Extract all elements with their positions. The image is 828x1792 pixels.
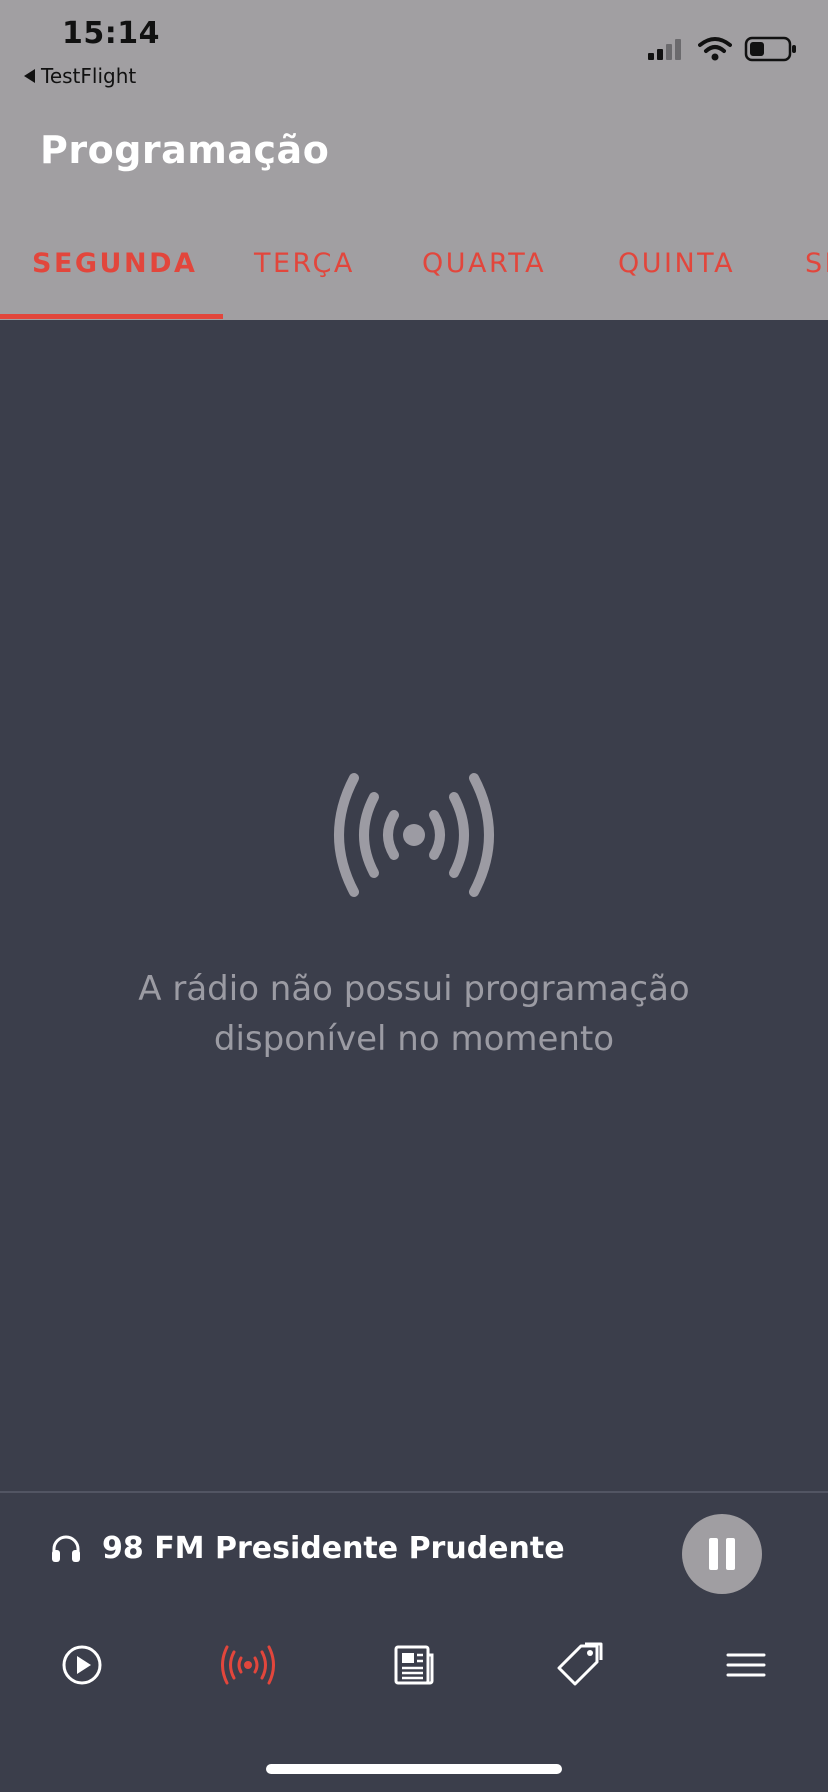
station-name: 98 FM Presidente Prudente — [102, 1531, 565, 1566]
active-tab-indicator — [0, 314, 223, 319]
wifi-icon — [698, 37, 732, 61]
back-app-label: TestFlight — [41, 64, 137, 88]
broadcast-icon — [334, 773, 494, 897]
nav-menu[interactable] — [711, 1630, 781, 1700]
tab-terca[interactable]: TERÇA — [254, 248, 355, 279]
menu-icon — [726, 1653, 766, 1677]
status-indicators — [646, 36, 798, 62]
page-title: Programação — [40, 128, 330, 172]
nav-news[interactable] — [379, 1630, 449, 1700]
app-header: 15:14 TestFlight Programação SEGUNDA TER… — [0, 0, 828, 320]
play-icon — [62, 1645, 102, 1685]
day-tabs: SEGUNDA TERÇA QUARTA QUINTA SEXTA — [0, 240, 828, 320]
tab-sexta[interactable]: SEXTA — [805, 248, 828, 279]
headphones-icon — [52, 1535, 80, 1562]
tab-quarta[interactable]: QUARTA — [422, 248, 546, 279]
battery-icon — [744, 36, 796, 62]
broadcast-icon — [221, 1645, 275, 1685]
news-icon — [394, 1645, 434, 1685]
tab-quinta[interactable]: QUINTA — [618, 248, 735, 279]
home-indicator[interactable] — [266, 1764, 562, 1774]
nav-play[interactable] — [47, 1630, 117, 1700]
cellular-signal-icon — [648, 39, 681, 60]
tag-icon — [557, 1642, 603, 1686]
status-time: 15:14 — [62, 16, 160, 51]
pause-icon-bar — [726, 1538, 735, 1570]
tab-segunda[interactable]: SEGUNDA — [32, 248, 197, 279]
pause-button[interactable] — [682, 1514, 762, 1594]
nav-promotions[interactable] — [545, 1630, 615, 1700]
pause-icon — [709, 1538, 718, 1570]
back-to-app-link[interactable]: TestFlight — [24, 64, 136, 88]
nav-live[interactable] — [213, 1630, 283, 1700]
bottom-nav — [0, 1630, 828, 1710]
now-playing-bar[interactable]: 98 FM Presidente Prudente — [0, 1493, 828, 1613]
empty-state-message: A rádio não possui programação disponíve… — [138, 969, 690, 1059]
back-arrow-icon — [24, 69, 35, 83]
